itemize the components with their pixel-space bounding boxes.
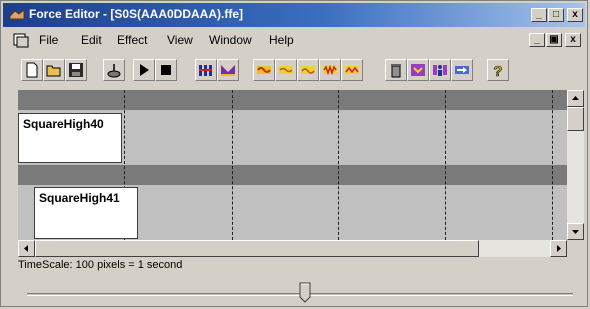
scroll-left-button[interactable]	[18, 240, 35, 257]
help-icon[interactable]: ?	[487, 59, 509, 81]
doc-restore-button[interactable]: ▣	[546, 33, 562, 47]
wave-yellow-1-icon[interactable]	[275, 59, 297, 81]
menu-file[interactable]: File	[39, 33, 58, 47]
magnet-icon[interactable]	[407, 59, 429, 81]
wave-orange-icon[interactable]	[253, 59, 275, 81]
new-file-icon[interactable]	[21, 59, 43, 81]
menu-view[interactable]: View	[167, 33, 193, 47]
effect-block-2[interactable]: SquareHigh41	[34, 187, 138, 239]
bars-icon[interactable]	[195, 59, 217, 81]
effect-label: SquareHigh41	[39, 191, 120, 205]
scroll-down-button[interactable]	[567, 223, 584, 240]
time-gridline	[445, 90, 446, 240]
menu-window[interactable]: Window	[209, 33, 252, 47]
scroll-thumb[interactable]	[567, 107, 584, 131]
title-bar[interactable]: Force Editor - [S0S(AAA0DDAAA).ffe] _ □ …	[3, 3, 585, 27]
vertical-scrollbar[interactable]	[567, 90, 584, 240]
effect-label: SquareHigh40	[23, 117, 104, 131]
force-editor-app-icon	[9, 8, 25, 20]
scroll-up-button[interactable]	[567, 90, 584, 107]
time-gridline	[552, 90, 553, 240]
menu-bar: File Edit Effect View Window Help _ ▣ x	[3, 30, 585, 50]
lane-separator	[18, 165, 567, 185]
play-icon[interactable]	[133, 59, 155, 81]
time-gridline	[232, 90, 233, 240]
close-button[interactable]: x	[567, 8, 583, 22]
horizontal-scrollbar[interactable]	[18, 240, 567, 257]
trash-icon[interactable]	[385, 59, 407, 81]
time-gridline	[338, 90, 339, 240]
save-icon[interactable]	[65, 59, 87, 81]
doc-minimize-button[interactable]: _	[529, 33, 545, 47]
maximize-button[interactable]: □	[548, 8, 564, 22]
minimize-button[interactable]: _	[531, 8, 547, 22]
doc-close-button[interactable]: x	[565, 33, 581, 47]
stick-icon[interactable]	[103, 59, 125, 81]
timescale-label: TimeScale: 100 pixels = 1 second	[18, 259, 183, 271]
menu-edit[interactable]: Edit	[81, 33, 102, 47]
document-icon[interactable]	[13, 32, 29, 48]
open-file-icon[interactable]	[43, 59, 65, 81]
effect-block-1[interactable]: SquareHigh40	[18, 113, 122, 163]
wave-red-icon[interactable]	[319, 59, 341, 81]
force-editor-window: Force Editor - [S0S(AAA0DDAAA).ffe] _ □ …	[0, 0, 588, 307]
wave-yellow-3-icon[interactable]	[341, 59, 363, 81]
timeline-area[interactable]: SquareHigh40 SquareHigh41	[18, 90, 567, 240]
person-icon[interactable]	[429, 59, 451, 81]
timescale-slider-thumb[interactable]	[299, 282, 311, 303]
stop-icon[interactable]	[155, 59, 177, 81]
arrow-icon[interactable]	[451, 59, 473, 81]
lane-separator	[18, 90, 567, 110]
scroll-right-button[interactable]	[550, 240, 567, 257]
h-scroll-thumb[interactable]	[35, 240, 479, 257]
toolbar: ?	[3, 57, 585, 87]
menu-help[interactable]: Help	[269, 33, 294, 47]
wave-purple-icon[interactable]	[217, 59, 239, 81]
window-title: Force Editor - [S0S(AAA0DDAAA).ffe]	[29, 7, 244, 21]
svg-text:?: ?	[493, 63, 502, 78]
menu-effect[interactable]: Effect	[117, 33, 147, 47]
wave-yellow-2-icon[interactable]	[297, 59, 319, 81]
